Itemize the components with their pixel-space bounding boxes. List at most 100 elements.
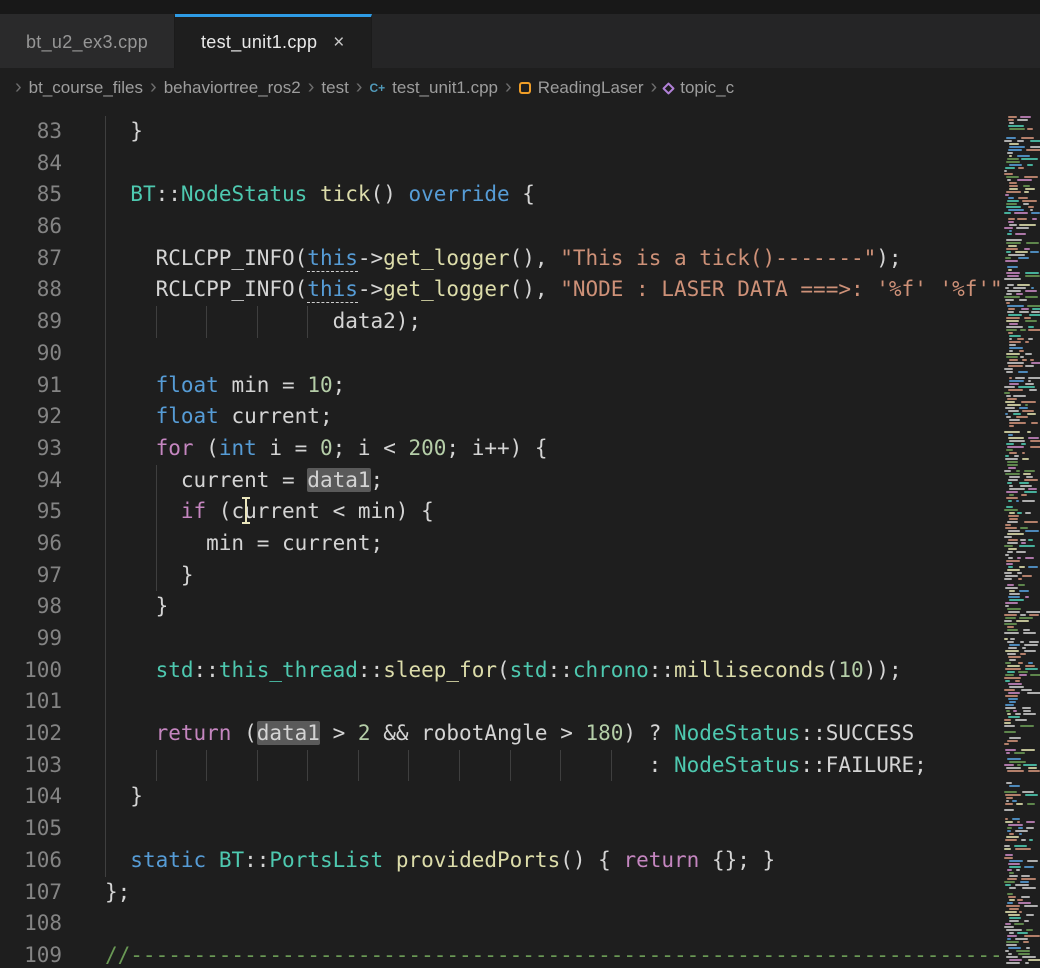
minimap-line [1006, 302, 1010, 304]
code-line-108[interactable]: 108 [0, 908, 1003, 940]
code-line-102[interactable]: 102 return (data1 > 2 && robotAngle > 18… [0, 718, 1003, 750]
minimap-line [1004, 719, 1011, 721]
code-line-109[interactable]: 109//-----------------------------------… [0, 940, 1003, 968]
tab-close-icon[interactable]: × [333, 33, 344, 52]
minimap-line [1009, 872, 1014, 874]
minimap-line [1006, 560, 1020, 562]
tab-test_unit1.cpp[interactable]: test_unit1.cpp× [175, 14, 372, 68]
minimap-line [1004, 881, 1015, 883]
code-token: } [105, 563, 194, 587]
minimap-line [1008, 692, 1020, 694]
code-line-96[interactable]: 96 min = current; [0, 528, 1003, 560]
code-line-99[interactable]: 99 [0, 623, 1003, 655]
minimap-line [1009, 761, 1026, 763]
minimap-line [1008, 434, 1013, 436]
minimap-line [1018, 371, 1028, 373]
minimap-line [1016, 950, 1030, 952]
breadcrumb-item-behaviortree_ros2[interactable]: behaviortree_ros2 [164, 78, 301, 98]
minimap-line [1009, 887, 1016, 889]
minimap-line [1009, 338, 1012, 340]
code-line-103[interactable]: 103 : NodeStatus::FAILURE; [0, 750, 1003, 782]
code-line-89[interactable]: 89 data2); [0, 306, 1003, 338]
indent-guide [459, 750, 460, 782]
minimap-line [1007, 158, 1019, 160]
code-line-93[interactable]: 93 for (int i = 0; i < 200; i++) { [0, 433, 1003, 465]
code-line-83[interactable]: 83 } [0, 116, 1003, 148]
breadcrumb-item-test_unit1.cpp[interactable]: C+test_unit1.cpp [369, 78, 498, 98]
minimap-line [1026, 149, 1040, 151]
tab-bt_u2_ex3.cpp[interactable]: bt_u2_ex3.cpp [0, 14, 175, 68]
breadcrumb-item-test[interactable]: test [321, 78, 348, 98]
class-icon [519, 82, 531, 94]
indent-guide [105, 465, 106, 497]
code-line-100[interactable]: 100 std::this_thread::sleep_for(std::chr… [0, 655, 1003, 687]
code-token: sleep_for [383, 658, 497, 682]
minimap-line [1006, 329, 1017, 331]
code-line-84[interactable]: 84 [0, 148, 1003, 180]
minimap-line [1027, 803, 1034, 805]
minimap-line [1004, 368, 1013, 370]
minimap-line [1009, 659, 1016, 661]
minimap-line [1021, 875, 1030, 877]
line-number: 85 [0, 179, 62, 211]
code-line-88[interactable]: 88 RCLCPP_INFO(this->get_logger(), "NODE… [0, 274, 1003, 306]
minimap-line [1020, 653, 1025, 655]
code-line-101[interactable]: 101 [0, 686, 1003, 718]
code-line-104[interactable]: 104 } [0, 781, 1003, 813]
code-line-85[interactable]: 85 BT::NodeStatus tick() override { [0, 179, 1003, 211]
code-line-94[interactable]: 94 current = data1; [0, 465, 1003, 497]
indent-guide [105, 179, 106, 211]
minimap-line [1005, 605, 1009, 607]
breadcrumb-label: behaviortree_ros2 [164, 78, 301, 98]
indent-guide [358, 750, 359, 782]
minimap-line [1004, 614, 1017, 616]
minimap-line [1019, 350, 1024, 352]
code-line-87[interactable]: 87 RCLCPP_INFO(this->get_logger(), "This… [0, 243, 1003, 275]
code-token: ) ? [623, 721, 674, 745]
minimap-line [1030, 140, 1040, 142]
minimap-line [1009, 377, 1012, 379]
minimap-line [1008, 332, 1013, 334]
code-token: static [130, 848, 206, 872]
indent-guide [156, 750, 157, 782]
minimap-line [1014, 455, 1019, 457]
minimap-line [1008, 548, 1017, 550]
minimap[interactable] [1003, 108, 1040, 968]
code-token: () [371, 182, 409, 206]
code-editor[interactable]: 83 }8485 BT::NodeStatus tick() override … [0, 108, 1003, 968]
breadcrumb-item-ReadingLaser[interactable]: ReadingLaser [519, 78, 644, 98]
code-line-92[interactable]: 92 float current; [0, 401, 1003, 433]
minimap-line [1017, 338, 1023, 340]
code-token [105, 436, 156, 460]
code-line-105[interactable]: 105 [0, 813, 1003, 845]
code-line-90[interactable]: 90 [0, 338, 1003, 370]
code-line-95[interactable]: 95 if (current < min) { [0, 496, 1003, 528]
minimap-line [1007, 671, 1015, 673]
indent-guide [560, 750, 561, 782]
minimap-line [1014, 845, 1027, 847]
minimap-line [1025, 557, 1034, 559]
minimap-line [1006, 752, 1010, 754]
line-number: 84 [0, 148, 62, 180]
minimap-line [1026, 242, 1039, 244]
code-line-86[interactable]: 86 [0, 211, 1003, 243]
minimap-line [1024, 521, 1038, 523]
minimap-line [1009, 860, 1023, 862]
code-line-106[interactable]: 106 static BT::PortsList providedPorts()… [0, 845, 1003, 877]
code-line-97[interactable]: 97 } [0, 560, 1003, 592]
indent-guide [105, 750, 106, 782]
code-text: if (current < min) { [105, 496, 1003, 528]
minimap-line [1008, 656, 1021, 658]
minimap-line [1008, 515, 1019, 517]
code-token: return [623, 848, 699, 872]
code-token: NodeStatus [674, 753, 800, 777]
breadcrumb-item-topic_c[interactable]: topic_c [664, 78, 734, 98]
code-line-98[interactable]: 98 } [0, 591, 1003, 623]
code-line-91[interactable]: 91 float min = 10; [0, 370, 1003, 402]
breadcrumb-item-bt_course_files[interactable]: bt_course_files [29, 78, 143, 98]
minimap-line [1024, 176, 1038, 178]
minimap-line [1022, 647, 1026, 649]
minimap-line [1031, 287, 1034, 289]
minimap-line [1005, 194, 1009, 196]
code-line-107[interactable]: 107}; [0, 877, 1003, 909]
